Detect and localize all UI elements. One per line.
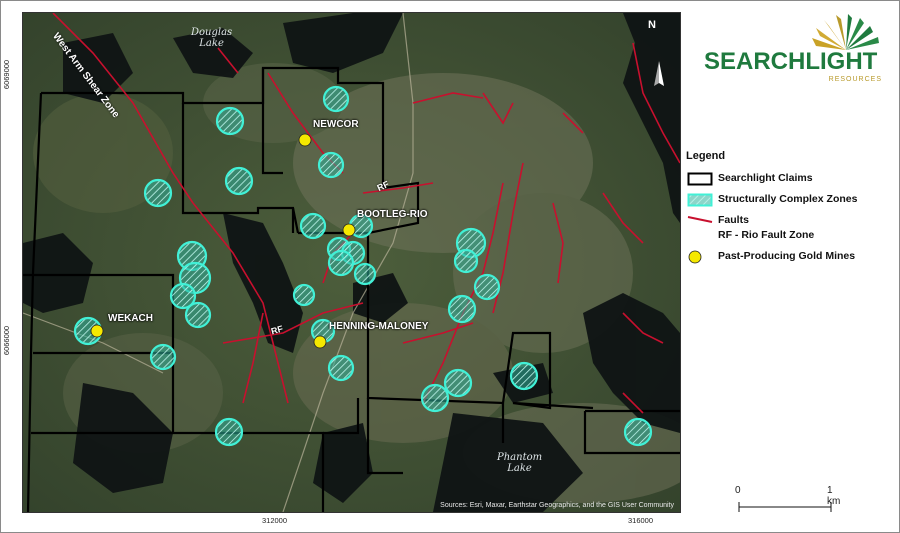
zone	[224, 166, 254, 196]
zone	[473, 273, 501, 301]
map-legend: Legend Searchlight Claims Structurally C…	[686, 150, 896, 269]
zone	[317, 151, 345, 179]
zone	[322, 85, 350, 113]
zone	[149, 343, 177, 371]
place-label-douglas-lake: Douglas Lake	[191, 27, 233, 49]
legend-label-rf: RF - Rio Fault Zone	[718, 229, 815, 241]
gold-mine-icon	[688, 250, 702, 264]
mine-marker-bootleg-rio	[342, 223, 356, 237]
zone	[420, 383, 450, 413]
coord-x-left: 312000	[262, 516, 288, 525]
mine-label-newcor: NEWCOR	[313, 119, 359, 130]
claims-swatch-icon	[687, 172, 713, 186]
logo-subtitle: RESOURCES	[828, 76, 882, 83]
scale-bar-line	[738, 502, 832, 512]
map-canvas	[23, 13, 680, 512]
zone	[214, 417, 244, 447]
zone	[299, 212, 327, 240]
zone	[447, 294, 477, 324]
legend-item-faults: Faults	[686, 212, 896, 227]
zone	[215, 106, 245, 136]
coord-y-top: 6069000	[2, 59, 12, 90]
zone	[453, 248, 479, 274]
scale-bar: 0 1 km	[735, 485, 845, 515]
legend-item-claims: Searchlight Claims	[686, 170, 896, 191]
legend-item-mines: Past-Producing Gold Mines	[686, 248, 896, 269]
mine-marker-newcor	[298, 133, 312, 147]
mine-label-bootleg-rio: BOOTLEG-RIO	[357, 209, 428, 220]
map-attribution: Sources: Esri, Maxar, Earthstar Geograph…	[440, 502, 674, 509]
place-label-phantom-lake: Phantom Lake	[497, 452, 543, 474]
legend-item-zones: Structurally Complex Zones	[686, 191, 896, 212]
mine-marker-henning-maloney	[313, 335, 327, 349]
legend-item-rf: RF - Rio Fault Zone	[686, 227, 896, 248]
scale-label-zero: 0	[735, 485, 741, 496]
mine-label-wekach: WEKACH	[108, 313, 153, 324]
north-label: N	[648, 19, 656, 31]
coord-x-right: 316000	[628, 516, 654, 525]
zone	[353, 262, 377, 286]
zone	[184, 301, 212, 329]
logo-wordmark: SEARCHLIGHT	[704, 48, 878, 75]
zone	[143, 178, 173, 208]
legend-label-claims: Searchlight Claims	[718, 172, 813, 184]
coord-y-bottom: 6066000	[2, 325, 12, 356]
map-view[interactable]: Douglas Lake Phantom Lake West Arm Shear…	[22, 12, 681, 513]
mine-marker-wekach	[90, 324, 104, 338]
zones-swatch-icon	[687, 193, 713, 207]
legend-label-zones: Structurally Complex Zones	[718, 193, 858, 205]
mine-label-henning-maloney: HENNING-MALONEY	[329, 321, 429, 332]
zone	[327, 249, 355, 277]
legend-label-faults: Faults	[718, 214, 749, 226]
company-logo: SEARCHLIGHT RESOURCES	[704, 12, 884, 86]
legend-label-mines: Past-Producing Gold Mines	[718, 250, 856, 262]
logo-sunburst-icon	[812, 14, 879, 50]
zone	[327, 354, 355, 382]
zone	[292, 283, 316, 307]
zone	[443, 368, 473, 398]
zone	[509, 361, 539, 391]
zone	[623, 417, 653, 447]
legend-title: Legend	[686, 150, 726, 162]
